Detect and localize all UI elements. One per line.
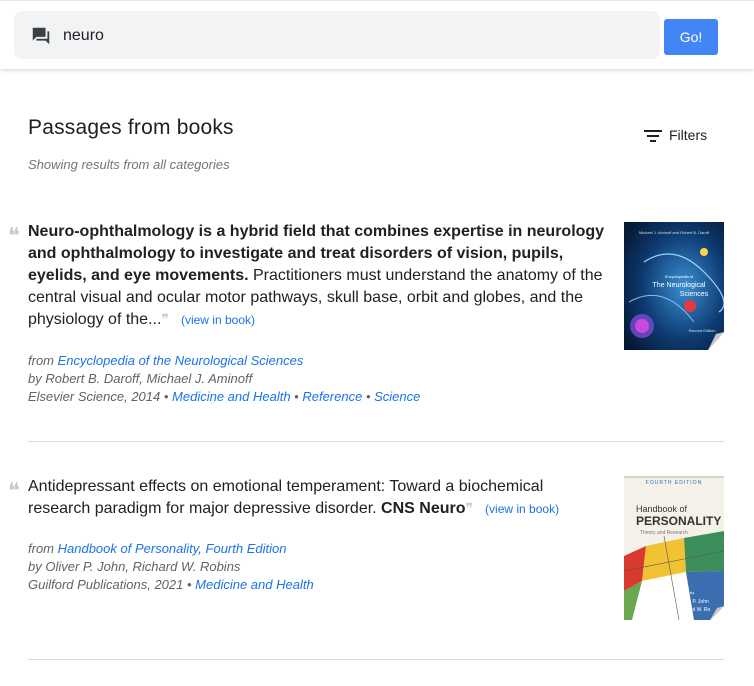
category-link[interactable]: Medicine and Health — [195, 577, 314, 592]
book-cover-image[interactable]: Michael J. Aminoff and Robert B. Daroff … — [624, 222, 724, 350]
view-in-book-link[interactable]: (view in book) — [181, 313, 255, 327]
quote-close-icon: ❞ — [161, 312, 169, 328]
book-meta: from Handbook of Personality, Fourth Edi… — [28, 541, 314, 592]
divider — [28, 659, 724, 660]
passage-text: Antidepressant effects on emotional temp… — [28, 476, 608, 520]
quote-close-icon: ❞ — [465, 501, 474, 517]
search-input[interactable] — [14, 11, 660, 59]
chat-bubble-icon — [32, 27, 50, 45]
cover-title-line: The Neurological — [653, 282, 706, 289]
book-authors: by Oliver P. John, Richard W. Robins — [28, 559, 241, 574]
from-prefix: from — [28, 541, 58, 556]
book-publisher: Guilford Publications, 2021 — [28, 577, 184, 592]
quote-open-icon: ❝ — [8, 479, 20, 504]
cover-subtitle: Theory and Research — [640, 530, 688, 536]
cover-author-text: Michael J. Aminoff and Robert B. Daroff — [639, 230, 710, 235]
go-button[interactable]: Go! — [664, 19, 718, 55]
cover-title-line: PERSONALITY — [636, 514, 721, 528]
results-subtitle: Showing results from all categories — [28, 157, 230, 172]
filter-icon — [644, 130, 662, 142]
quote-open-icon: ❝ — [8, 224, 20, 249]
book-title-link[interactable]: Encyclopedia of the Neurological Science… — [58, 353, 304, 368]
divider — [28, 441, 724, 442]
cover-title-line: Sciences — [680, 291, 709, 298]
cover-small-text: Encyclopedia of — [665, 274, 694, 279]
category-link[interactable]: Medicine and Health — [172, 389, 291, 404]
cover-edition-text: Second Edition — [689, 328, 716, 333]
book-meta: from Encyclopedia of the Neurological Sc… — [28, 353, 421, 404]
cover-title-line: Handbook of — [636, 504, 688, 514]
book-authors: by Robert B. Daroff, Michael J. Aminoff — [28, 371, 253, 386]
cover-edited-by: edited by — [678, 590, 694, 595]
filters-label: Filters — [669, 127, 708, 143]
passage-text: Neuro-ophthalmology is a hybrid field th… — [28, 221, 608, 331]
view-in-book-link[interactable]: (view in book) — [485, 502, 559, 516]
passage-bold: CNS Neuro — [381, 500, 466, 517]
cover-editor-name: Richard W. Ro — [678, 607, 710, 613]
book-cover-image[interactable]: FOURTH EDITION Handbook of PERSONALITY T… — [624, 476, 724, 620]
page-title: Passages from books — [28, 116, 234, 139]
cover-editor-name: Oliver P. John — [678, 599, 709, 605]
search-query[interactable]: neuro — [63, 27, 104, 45]
category-link[interactable]: Science — [374, 389, 420, 404]
category-link[interactable]: Reference — [302, 389, 362, 404]
book-title-link[interactable]: Handbook of Personality, Fourth Edition — [58, 541, 287, 556]
book-publisher: Elsevier Science, 2014 — [28, 389, 161, 404]
cover-edition-text: FOURTH EDITION — [646, 480, 702, 486]
from-prefix: from — [28, 353, 58, 368]
search-header: neuro Go! — [0, 0, 754, 69]
